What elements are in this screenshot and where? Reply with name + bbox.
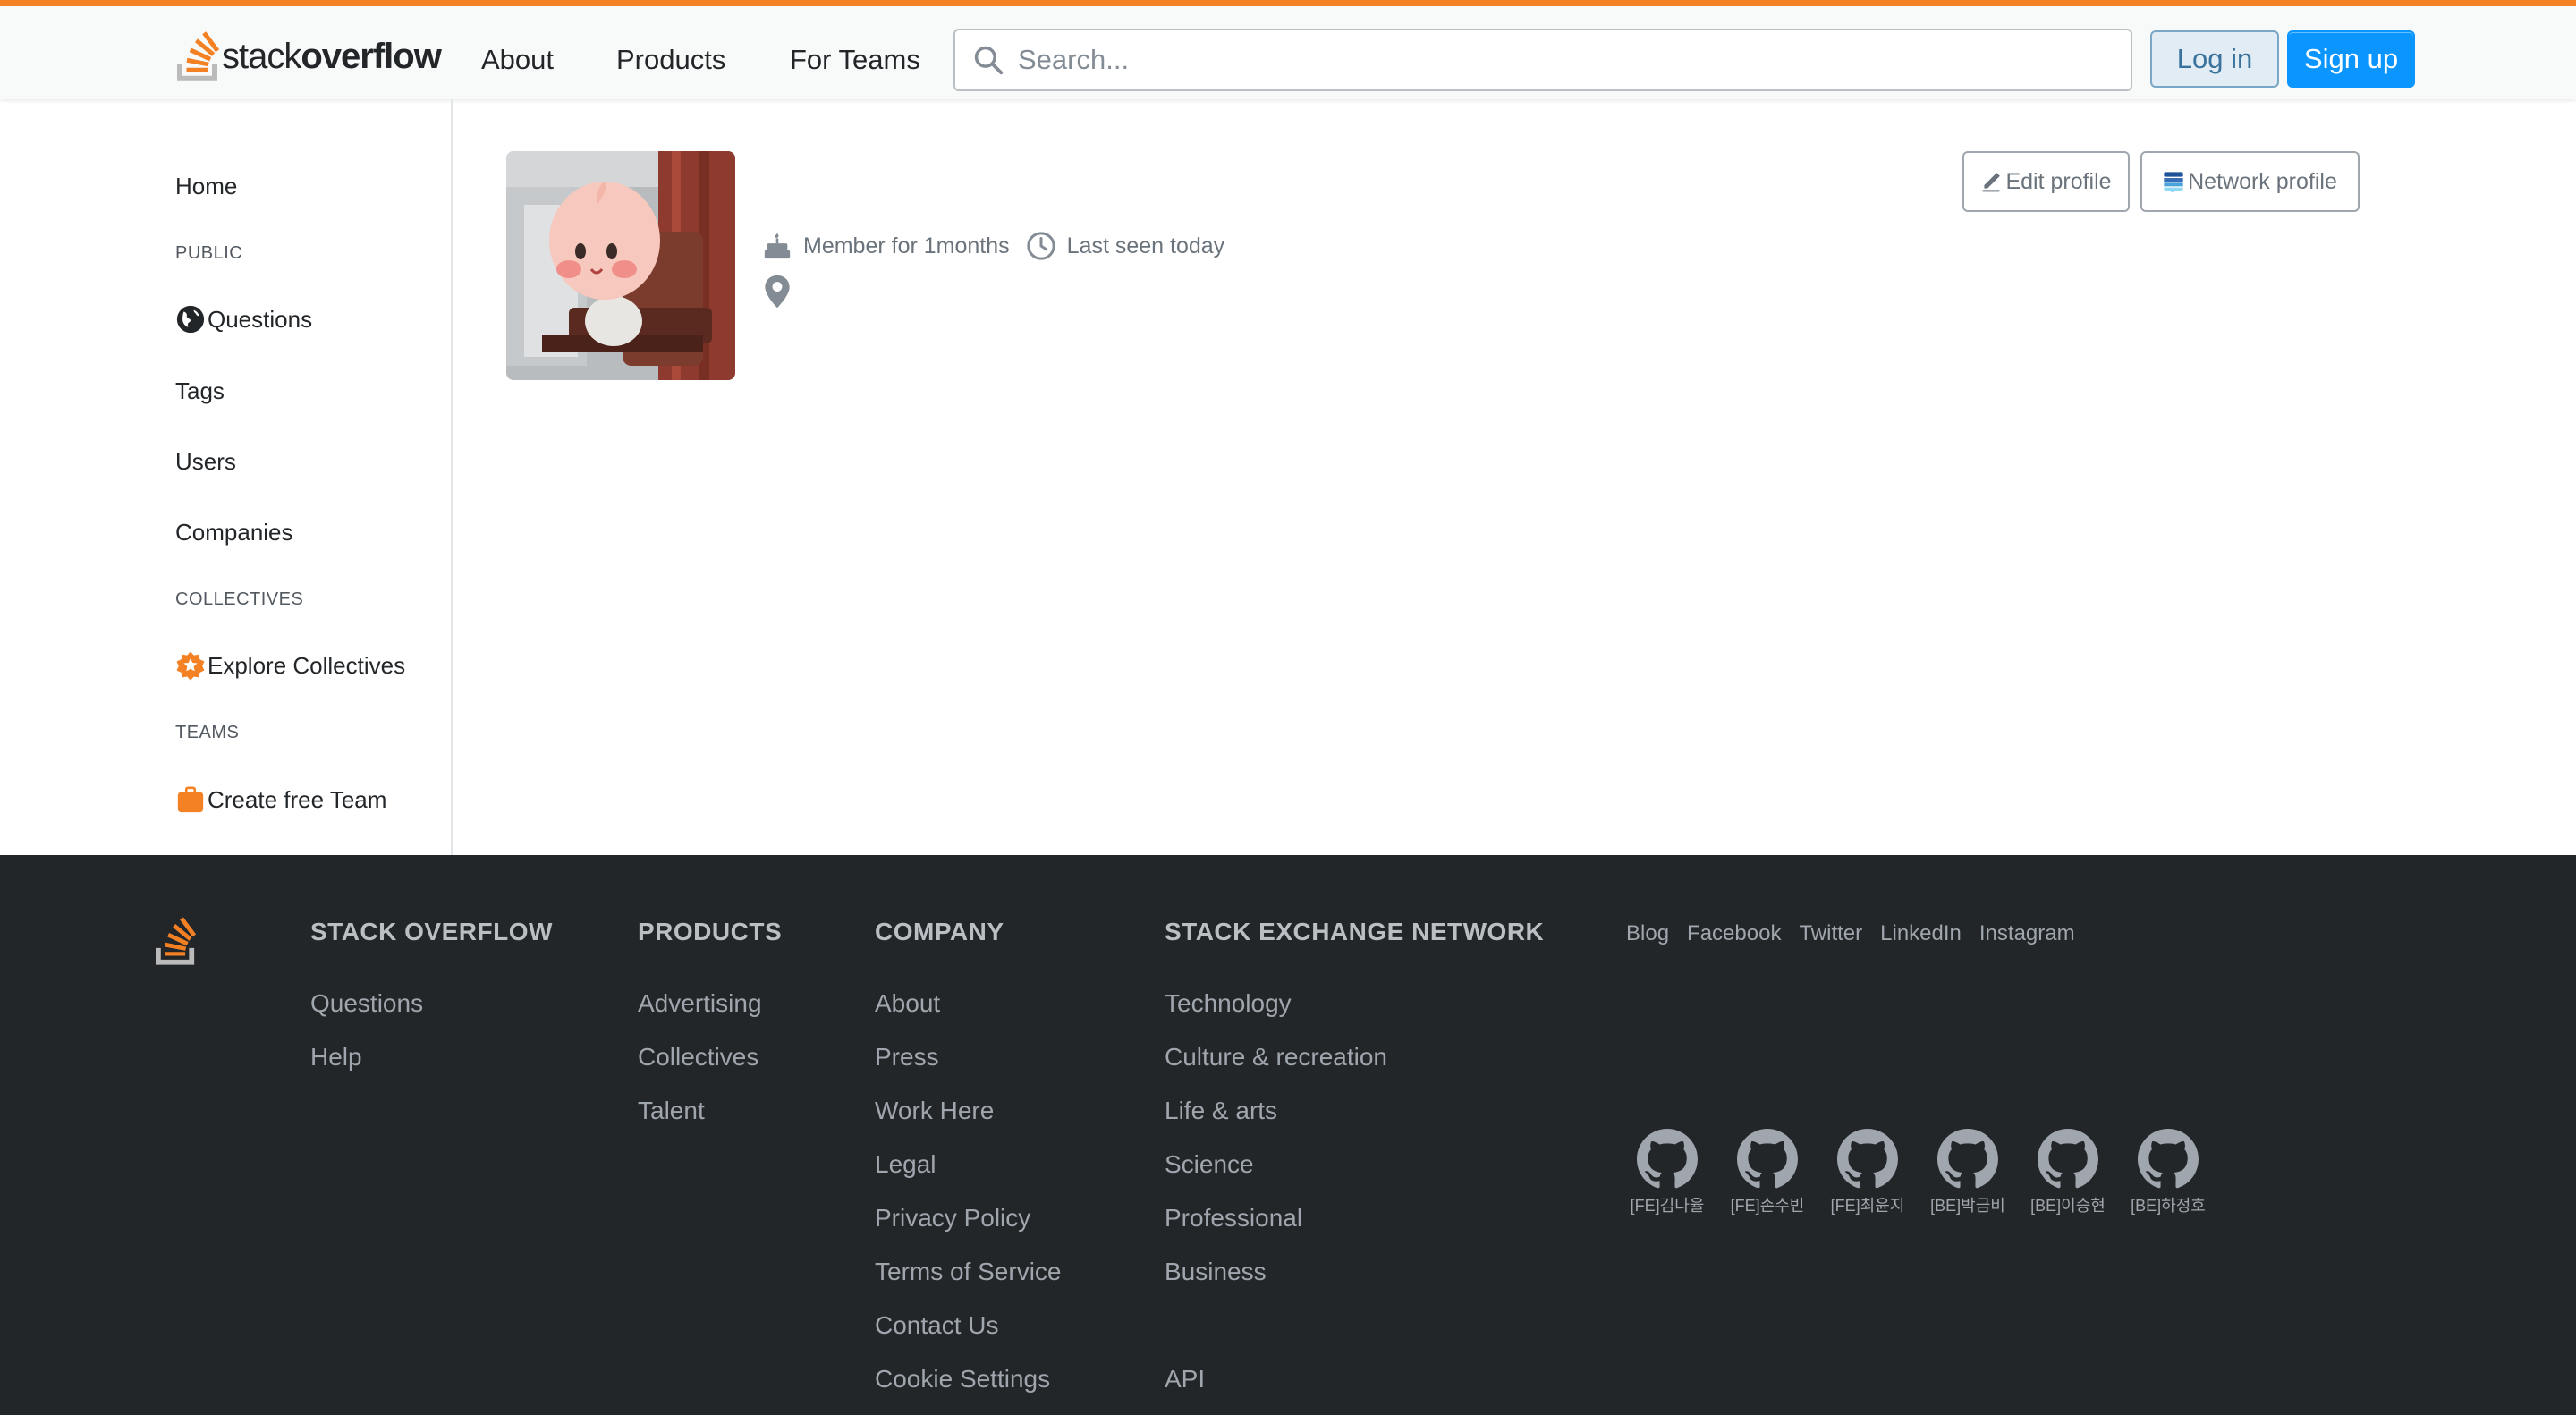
clock-icon [1026,232,1055,260]
footer-heading[interactable]: PRODUCTS [638,914,782,950]
contributor-link[interactable]: [BE]하정호 [2127,1129,2209,1216]
social-link-twitter[interactable]: Twitter [1799,914,1862,953]
sidebar-item-label: Explore Collectives [208,651,406,679]
sidebar-item-explore-collectives[interactable]: Explore Collectives [175,650,405,681]
logo-text-bold: overflow [301,37,441,76]
edit-profile-label: Edit profile [2005,168,2112,194]
left-sidebar: Home PUBLIC Questions Tags Users Compani… [0,99,453,855]
contributor-name: [BE]박금비 [1930,1197,2005,1215]
footer-link-about[interactable]: About [875,977,1062,1030]
logo-text-light: stack [222,37,301,76]
footer-link-questions[interactable]: Questions [310,977,553,1030]
github-icon [1937,1129,1998,1189]
stack-exchange-icon [2164,172,2183,192]
footer-link-technology[interactable]: Technology [1165,977,1544,1030]
search-box[interactable] [953,29,2132,91]
footer-link-privacy-policy[interactable]: Privacy Policy [875,1191,1062,1245]
last-seen: Last seen today [1066,233,1225,258]
sidebar-item-label: Create free Team [208,785,387,813]
sidebar-heading-collectives: COLLECTIVES [175,589,304,609]
contributor-link[interactable]: [BE]박금비 [1927,1129,2009,1216]
search-icon [974,46,1004,75]
briefcase-icon [177,786,204,813]
social-link-facebook[interactable]: Facebook [1687,914,1781,953]
avatar-image [506,151,735,380]
stackoverflow-logo-icon [177,31,220,81]
sidebar-item-home[interactable]: Home [175,173,237,200]
contributor-list: [FE]김나율 [FE]손수빈 [FE]최윤지 [BE]박금비 [BE]이승현 … [1626,1129,2209,1216]
user-avatar[interactable] [506,151,735,380]
footer-link-help[interactable]: Help [310,1030,553,1084]
sidebar-heading-public: PUBLIC [175,243,243,263]
contributor-link[interactable]: [FE]손수빈 [1726,1129,1809,1216]
footer-heading[interactable]: STACK EXCHANGE NETWORK [1165,914,1544,950]
contributor-name: [BE]하정호 [2131,1197,2206,1215]
social-link-instagram[interactable]: Instagram [1979,914,2075,953]
footer-heading[interactable]: STACK OVERFLOW [310,914,553,950]
github-icon [2038,1129,2098,1189]
footer-link-legal[interactable]: Legal [875,1138,1062,1191]
github-icon [1837,1129,1898,1189]
contributor-name: [BE]이승현 [2030,1197,2106,1215]
footer-link-contact-us[interactable]: Contact Us [875,1299,1062,1352]
nav-about[interactable]: About [481,40,554,80]
footer-col-products: PRODUCTS Advertising Collectives Talent [638,914,782,1138]
signup-button[interactable]: Sign up [2287,30,2415,88]
footer-link-culture-recreation[interactable]: Culture & recreation [1165,1030,1544,1084]
contributor-link[interactable]: [FE]김나율 [1626,1129,1708,1216]
location-pin-icon [765,275,790,309]
sidebar-item-tags[interactable]: Tags [175,377,225,405]
github-icon [2138,1129,2199,1189]
github-icon [1737,1129,1798,1189]
footer-col-company: COMPANY About Press Work Here Legal Priv… [875,914,1062,1406]
sidebar-item-questions[interactable]: Questions [175,304,312,335]
sidebar-item-users[interactable]: Users [175,448,236,476]
contributor-name: [FE]손수빈 [1730,1197,1805,1215]
footer-link-collectives[interactable]: Collectives [638,1030,782,1084]
footer-col-stack-overflow: STACK OVERFLOW Questions Help [310,914,553,1084]
profile-meta: Member for 1months Last seen today [762,231,1224,261]
footer-link-press[interactable]: Press [875,1030,1062,1084]
footer-link-cookie-settings[interactable]: Cookie Settings [875,1352,1062,1406]
globe-icon [176,305,205,334]
footer-link-work-here[interactable]: Work Here [875,1084,1062,1138]
edit-profile-button[interactable]: Edit profile [1962,151,2130,212]
sidebar-heading-teams: TEAMS [175,723,240,742]
footer-link-terms-of-service[interactable]: Terms of Service [875,1245,1062,1299]
member-duration: Member for 1months [803,233,1010,258]
top-bar: stackoverflow About Products For Teams L… [0,0,2576,99]
search-input[interactable] [1018,44,2091,76]
network-profile-button[interactable]: Network profile [2140,151,2360,212]
sidebar-item-create-team[interactable]: Create free Team [175,784,386,815]
nav-products[interactable]: Products [616,40,725,80]
footer-link-professional[interactable]: Professional [1165,1191,1544,1245]
footer-link-business[interactable]: Business [1165,1245,1544,1299]
nav-for-teams[interactable]: For Teams [790,40,920,80]
collectives-icon [176,651,205,681]
footer-logo-icon[interactable] [156,916,197,966]
network-profile-label: Network profile [2188,168,2337,194]
contributor-link[interactable]: [BE]이승현 [2027,1129,2109,1216]
footer-heading[interactable]: COMPANY [875,914,1062,950]
footer-link-life-arts[interactable]: Life & arts [1165,1084,1544,1138]
login-button[interactable]: Log in [2150,30,2279,88]
pencil-icon [1983,173,2001,192]
github-icon [1637,1129,1698,1189]
stackoverflow-logo[interactable]: stackoverflow [177,28,442,85]
social-link-blog[interactable]: Blog [1626,914,1669,953]
footer-link-spacer [1165,1299,1544,1352]
sidebar-item-label: Questions [208,305,313,333]
contributor-name: [FE]최윤지 [1830,1197,1905,1215]
cake-icon [764,233,791,259]
footer-link-talent[interactable]: Talent [638,1084,782,1138]
footer-link-advertising[interactable]: Advertising [638,977,782,1030]
footer-col-stack-exchange-network: STACK EXCHANGE NETWORK Technology Cultur… [1165,914,1544,1406]
footer-social-links: Blog Facebook Twitter LinkedIn Instagram [1626,914,2075,953]
contributor-name: [FE]김나율 [1630,1197,1705,1215]
contributor-link[interactable]: [FE]최윤지 [1826,1129,1909,1216]
social-link-linkedin[interactable]: LinkedIn [1880,914,1962,953]
footer-link-science[interactable]: Science [1165,1138,1544,1191]
sidebar-item-companies[interactable]: Companies [175,519,293,547]
footer-link-api[interactable]: API [1165,1352,1544,1406]
